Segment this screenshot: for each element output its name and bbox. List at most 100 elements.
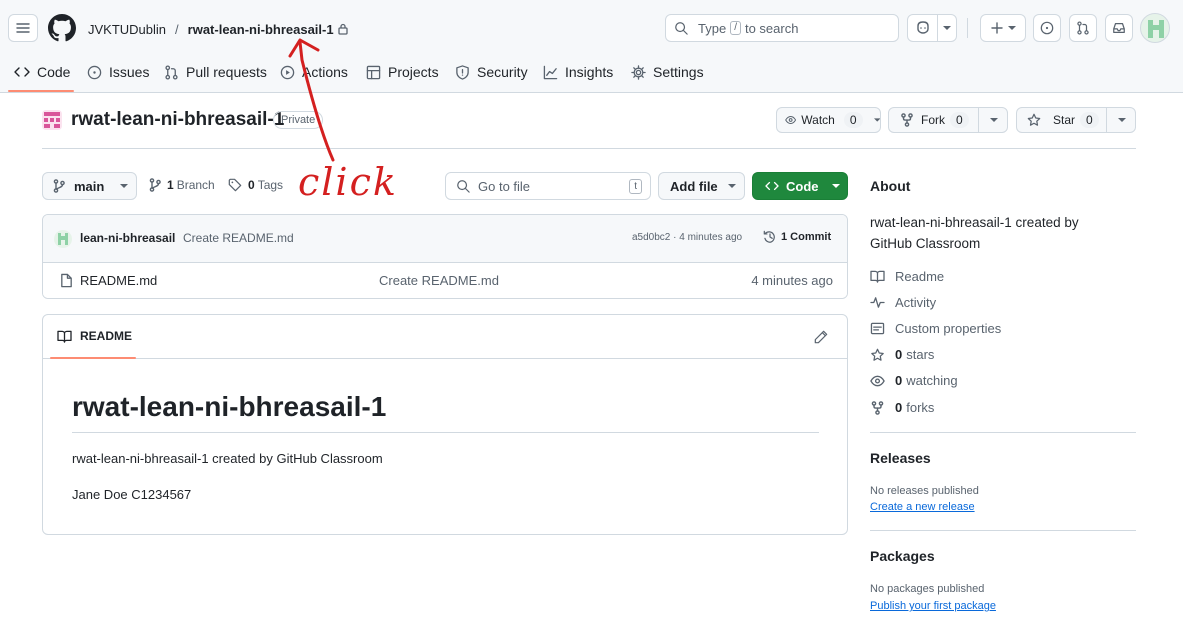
commit-sha-time[interactable]: a5d0bc2 · 4 minutes ago <box>632 232 742 243</box>
tab-label: Pull requests <box>186 64 267 80</box>
repo-avatar <box>42 110 62 130</box>
code-button[interactable]: Code <box>752 172 848 200</box>
about-readme-link[interactable]: Readme <box>870 269 944 284</box>
tab-label: Settings <box>653 64 704 80</box>
issue-icon <box>87 65 102 79</box>
tab-security[interactable]: Security <box>455 62 528 82</box>
latest-commit-row: lean-ni-bhreasail Create README.md a5d0b… <box>43 215 847 263</box>
readme-tab-label: README <box>80 329 133 343</box>
fork-dropdown[interactable] <box>978 108 1008 132</box>
file-row[interactable]: README.md Create README.md 4 minutes ago <box>43 263 847 298</box>
history-icon <box>763 230 775 243</box>
branches-link[interactable]: 1 Branch <box>149 178 215 192</box>
commit-message[interactable]: Create README.md <box>183 231 294 245</box>
eye-icon <box>785 115 797 125</box>
fork-label: Fork <box>921 113 945 127</box>
search-suffix: to search <box>744 20 799 36</box>
branch-select[interactable]: main <box>42 172 137 200</box>
file-name[interactable]: README.md <box>80 273 157 288</box>
inbox-icon <box>1113 23 1125 33</box>
branch-icon <box>53 179 65 193</box>
watch-button[interactable]: Watch 0 <box>776 107 881 133</box>
readme-header: README <box>43 315 847 359</box>
note-icon <box>870 322 885 335</box>
branch-count: 1 <box>167 178 174 192</box>
branch-name: main <box>74 178 105 194</box>
pull-requests-button[interactable] <box>1069 14 1097 42</box>
hamburger-icon <box>16 23 30 33</box>
about-watching-link[interactable]: 0 watching <box>870 373 958 388</box>
repo-identicon-icon <box>42 110 62 130</box>
repo-title[interactable]: rwat-lean-ni-bhreasail-1 <box>71 109 284 131</box>
book-icon <box>57 330 72 343</box>
copilot-button[interactable] <box>907 14 957 42</box>
tab-label: Security <box>477 64 528 80</box>
breadcrumb-owner[interactable]: JVKTUDublin <box>88 22 166 37</box>
about-stars-link[interactable]: 0 stars <box>870 347 934 362</box>
commit-author[interactable]: lean-ni-bhreasail <box>80 231 175 245</box>
star-button[interactable]: Star 0 <box>1016 107 1136 133</box>
about-title: About <box>870 178 911 194</box>
issue-icon <box>1040 21 1054 35</box>
repo-header-divider <box>42 148 1136 149</box>
packages-title[interactable]: Packages <box>870 548 935 564</box>
fork-button[interactable]: Fork 0 <box>888 107 1008 133</box>
tab-pull-requests[interactable]: Pull requests <box>164 62 267 82</box>
github-logo[interactable] <box>48 14 76 42</box>
pencil-icon[interactable] <box>814 330 828 344</box>
commit-count-link[interactable]: 1 Commit <box>763 230 831 244</box>
go-to-file-placeholder: Go to file <box>478 178 531 194</box>
chevron-down-icon <box>727 184 736 188</box>
tab-code[interactable]: Code <box>14 62 70 82</box>
add-file-label: Add file <box>670 178 718 194</box>
sidebar-divider <box>870 530 1136 531</box>
releases-title[interactable]: Releases <box>870 450 931 466</box>
forks-count: 0 <box>895 400 903 415</box>
watching-label: watching <box>906 373 958 388</box>
menu-button[interactable] <box>8 14 38 42</box>
publish-package-link[interactable]: Publish your first package <box>870 600 996 612</box>
plus-icon <box>990 22 1003 34</box>
tab-label: Code <box>37 64 71 80</box>
chevron-down-icon <box>943 26 951 30</box>
commit-count: 1 Commit <box>781 231 832 243</box>
about-custom-properties-link[interactable]: Custom properties <box>870 321 1001 336</box>
inbox-button[interactable] <box>1105 14 1133 42</box>
create-new-button[interactable] <box>980 14 1026 42</box>
pull-request-icon <box>1077 21 1089 35</box>
eye-icon <box>870 375 885 386</box>
commit-author-avatar[interactable] <box>54 230 72 248</box>
avatar[interactable] <box>1140 13 1170 43</box>
file-commit-message[interactable]: Create README.md <box>379 273 499 288</box>
readme-tab[interactable]: README <box>57 329 132 343</box>
sidebar-divider <box>870 432 1136 433</box>
create-release-link[interactable]: Create a new release <box>870 501 975 513</box>
global-search[interactable]: Type / to search <box>665 14 899 42</box>
shield-icon <box>456 64 469 80</box>
about-link-label: Custom properties <box>895 321 1002 336</box>
chevron-down-icon <box>1117 118 1126 122</box>
tab-issues[interactable]: Issues <box>87 62 149 82</box>
identicon-icon <box>58 233 68 245</box>
breadcrumb-separator: / <box>175 21 179 37</box>
search-icon <box>675 22 688 35</box>
graph-icon <box>543 65 558 79</box>
star-dropdown[interactable] <box>1106 108 1136 132</box>
chevron-down-icon <box>873 118 880 122</box>
watch-label: Watch <box>801 113 835 127</box>
issues-button[interactable] <box>1033 14 1061 42</box>
about-forks-link[interactable]: 0 forks <box>870 400 934 415</box>
add-file-button[interactable]: Add file <box>658 172 745 200</box>
active-tab-underline <box>8 90 74 92</box>
file-list: lean-ni-bhreasail Create README.md a5d0b… <box>42 214 848 299</box>
readme-line-1: rwat-lean-ni-bhreasail-1 created by GitH… <box>72 451 383 466</box>
go-to-file-key: t <box>629 178 642 194</box>
tab-insights[interactable]: Insights <box>543 62 613 82</box>
about-activity-link[interactable]: Activity <box>870 295 936 310</box>
file-time: 4 minutes ago <box>751 273 833 288</box>
star-label: Star <box>1053 113 1076 127</box>
chevron-down-icon <box>989 118 998 122</box>
go-to-file-input[interactable]: Go to file t <box>445 172 651 200</box>
tab-settings[interactable]: Settings <box>631 62 704 82</box>
file-icon <box>61 273 72 288</box>
